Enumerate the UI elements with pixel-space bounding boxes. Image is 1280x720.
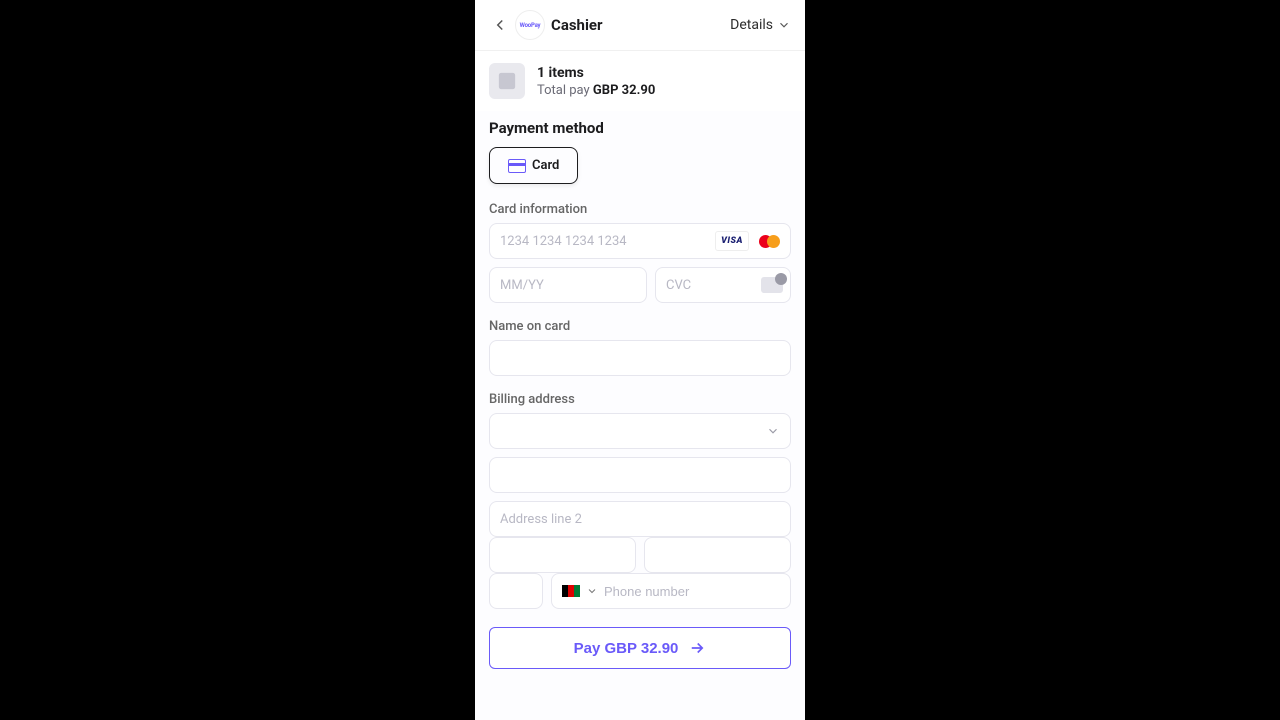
payment-method-card[interactable]: Card (489, 147, 578, 184)
back-button[interactable] (489, 14, 511, 36)
card-brand-icons: VISA (715, 231, 783, 251)
content: Payment method Card Card information VIS… (475, 111, 805, 720)
total-amount: GBP 32.90 (593, 83, 655, 98)
name-on-card-input[interactable] (489, 340, 791, 376)
total-line: Total pay GBP 32.90 (537, 83, 655, 98)
billing-address-label: Billing address (489, 392, 791, 407)
card-icon (508, 159, 526, 173)
card-expiry-input[interactable] (489, 267, 647, 303)
merchant-logo: WooPay (515, 10, 545, 40)
chevron-down-icon (777, 18, 791, 32)
billing-zip-input[interactable] (489, 573, 543, 609)
image-placeholder-icon (497, 71, 517, 91)
billing-phone-field[interactable] (551, 573, 791, 609)
details-toggle[interactable]: Details (730, 17, 791, 33)
total-prefix: Total pay (537, 83, 593, 98)
billing-address1-input[interactable] (489, 457, 791, 493)
billing-country-select[interactable] (489, 413, 791, 449)
arrow-right-icon (688, 639, 706, 657)
arrow-left-icon (491, 16, 509, 34)
item-thumbnail (489, 63, 525, 99)
card-information-label: Card information (489, 202, 791, 217)
billing-phone-input[interactable] (604, 584, 780, 599)
billing-city-input[interactable] (489, 537, 636, 573)
cashier-screen: WooPay Cashier Details 1 items Total pay… (475, 0, 805, 720)
header: WooPay Cashier Details (475, 0, 805, 51)
pay-button-label: Pay GBP 32.90 (574, 640, 679, 657)
order-summary: 1 items Total pay GBP 32.90 (475, 51, 805, 111)
chevron-down-icon (766, 424, 780, 438)
merchant-logo-text: WooPay (520, 22, 541, 29)
page-title: Cashier (551, 16, 603, 34)
mastercard-icon (755, 231, 783, 251)
summary-text: 1 items Total pay GBP 32.90 (537, 65, 655, 98)
payment-method-card-label: Card (532, 158, 559, 173)
country-flag-icon (562, 585, 580, 597)
chevron-down-icon (586, 585, 598, 597)
card-number-wrap: VISA (489, 223, 791, 259)
details-label: Details (730, 17, 773, 33)
billing-address2-input[interactable] (489, 501, 791, 537)
billing-state-input[interactable] (644, 537, 791, 573)
cvc-hint-icon (761, 277, 783, 293)
items-count: 1 items (537, 65, 655, 81)
payment-method-title: Payment method (489, 119, 791, 137)
pay-button[interactable]: Pay GBP 32.90 (489, 627, 791, 669)
visa-icon: VISA (715, 231, 749, 251)
name-on-card-label: Name on card (489, 319, 791, 334)
